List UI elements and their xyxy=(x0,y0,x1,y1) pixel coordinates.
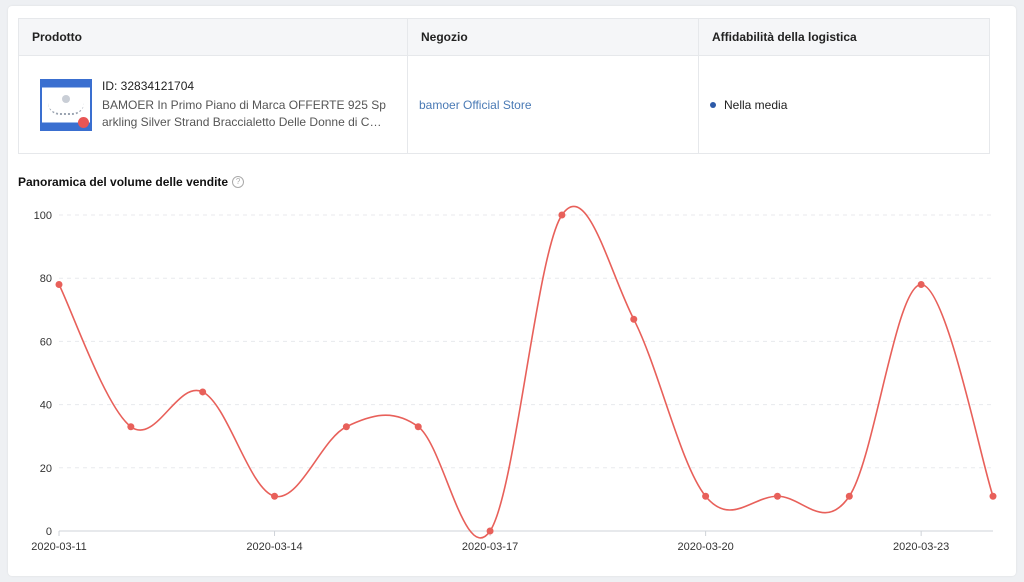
data-point[interactable] xyxy=(773,492,781,500)
x-tick-label: 2020-03-23 xyxy=(893,541,949,553)
x-tick-label: 2020-03-20 xyxy=(677,541,733,553)
data-point[interactable] xyxy=(55,281,63,289)
series-line xyxy=(58,205,994,539)
y-tick-label: 100 xyxy=(34,210,52,222)
data-point[interactable] xyxy=(989,492,997,500)
x-tick-label: 2020-03-14 xyxy=(246,541,302,553)
y-tick-label: 20 xyxy=(40,463,52,475)
y-tick-label: 60 xyxy=(40,336,52,348)
y-tick-label: 40 xyxy=(40,400,52,412)
data-point[interactable] xyxy=(486,527,494,535)
data-point[interactable] xyxy=(199,388,207,396)
data-point[interactable] xyxy=(271,492,279,500)
x-tick-label: 2020-03-17 xyxy=(462,541,518,553)
data-point[interactable] xyxy=(414,423,422,431)
data-point[interactable] xyxy=(558,211,566,219)
data-point[interactable] xyxy=(127,423,135,431)
y-tick-label: 0 xyxy=(46,526,52,538)
data-point[interactable] xyxy=(917,281,925,289)
y-tick-label: 80 xyxy=(40,273,52,285)
data-point[interactable] xyxy=(630,315,638,323)
data-point[interactable] xyxy=(702,492,710,500)
data-point[interactable] xyxy=(845,492,853,500)
x-tick-label: 2020-03-11 xyxy=(31,541,86,553)
data-point[interactable] xyxy=(342,423,350,431)
sales-volume-chart: 0 20 40 60 80 100 2020-03-11 2020-03-14 2020-03-… xyxy=(31,205,997,553)
